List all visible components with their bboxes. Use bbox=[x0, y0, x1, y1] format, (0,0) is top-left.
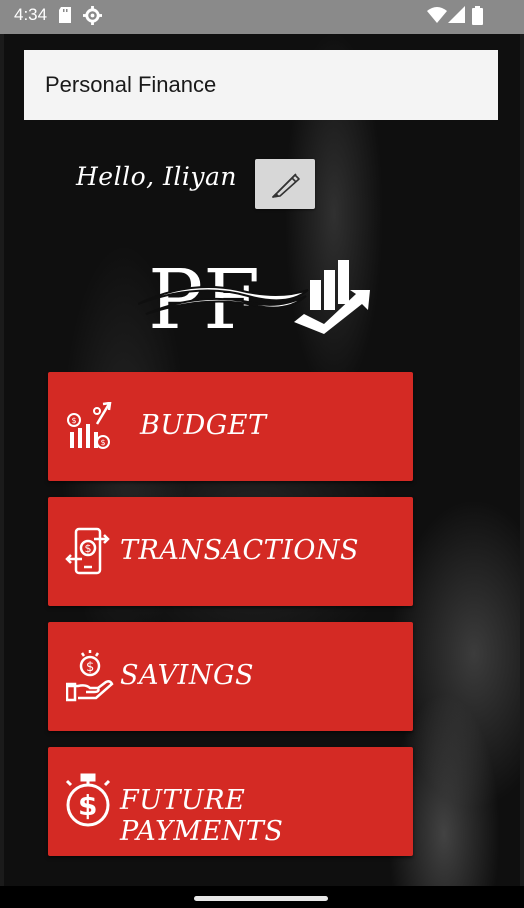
page-title: Personal Finance bbox=[45, 72, 217, 97]
budget-label: BUDGET bbox=[140, 410, 267, 441]
svg-text:$: $ bbox=[78, 789, 97, 822]
status-time: 4:34 bbox=[14, 5, 48, 24]
savings-label: SAVINGS bbox=[120, 660, 255, 691]
hand-coin-icon: $ bbox=[66, 650, 114, 702]
battery-icon bbox=[472, 6, 483, 25]
svg-text:$: $ bbox=[85, 542, 92, 555]
edit-name-button[interactable] bbox=[255, 159, 315, 209]
budget-chart-icon: $ $ bbox=[67, 402, 112, 449]
greeting-text: Hello, Iliyan bbox=[76, 162, 238, 191]
savings-button[interactable]: $ SAVINGS bbox=[48, 622, 413, 731]
pf-logo: PF bbox=[137, 252, 378, 348]
svg-text:$: $ bbox=[72, 416, 77, 425]
settings-icon bbox=[83, 6, 102, 25]
svg-text:$: $ bbox=[101, 438, 106, 447]
transactions-button[interactable]: $ TRANSACTIONS bbox=[48, 497, 413, 606]
status-bar: 4:34 bbox=[0, 0, 524, 34]
pencil-icon bbox=[272, 173, 300, 198]
budget-button[interactable]: $ $ BUDGET bbox=[48, 372, 413, 481]
svg-text:$: $ bbox=[86, 660, 94, 675]
stopwatch-dollar-icon: $ bbox=[65, 773, 111, 827]
future-payments-label: FUTURE PAYMENTS bbox=[120, 785, 284, 847]
signal-icon bbox=[448, 6, 465, 23]
sd-card-icon bbox=[59, 7, 71, 23]
future-payments-button[interactable]: $ FUTURE PAYMENTS bbox=[48, 747, 413, 856]
home-gesture-handle[interactable] bbox=[194, 896, 328, 901]
phone-transfer-icon: $ bbox=[65, 527, 110, 575]
wifi-icon bbox=[427, 7, 447, 23]
app-bar: Personal Finance bbox=[24, 50, 498, 120]
transactions-label: TRANSACTIONS bbox=[120, 535, 360, 566]
